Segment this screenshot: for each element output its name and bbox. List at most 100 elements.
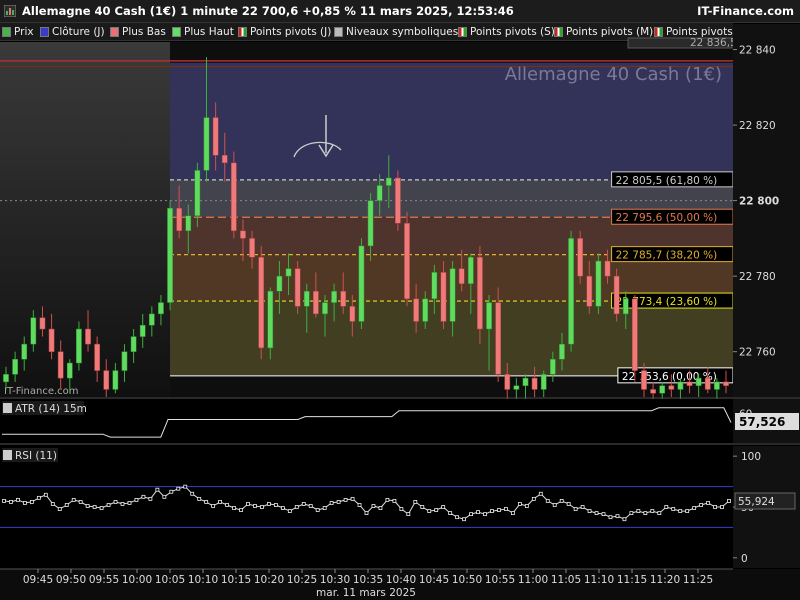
x-tick-label: 10:15	[221, 574, 251, 586]
rsi-point	[538, 491, 543, 496]
candle-body	[294, 268, 301, 307]
fib-label-1: 22 795,6 (50,00 %)	[616, 212, 718, 224]
candle-body	[39, 317, 46, 330]
candle-body	[659, 385, 666, 394]
candle-body	[650, 389, 656, 394]
x-tick-label: 10:40	[386, 574, 416, 586]
candle-body	[504, 374, 511, 390]
rsi-point	[371, 504, 376, 508]
rsi-point	[23, 501, 27, 505]
candle-body	[194, 170, 201, 216]
watermark: Allemagne 40 Cash (1€)	[505, 64, 722, 85]
rsi-point	[127, 501, 132, 505]
candle-body	[139, 324, 146, 337]
candle-body	[21, 343, 28, 360]
y-tick-label: 22 760	[739, 347, 776, 359]
candle-body	[176, 207, 183, 232]
rsi-point	[657, 511, 662, 516]
candle-body	[313, 291, 319, 315]
candle-body	[595, 260, 602, 307]
candle-body	[495, 302, 502, 375]
candle-body	[103, 370, 110, 390]
candle-body	[486, 302, 492, 330]
rsi-point	[636, 509, 641, 513]
candle-body	[422, 298, 429, 322]
rsi-point	[148, 496, 153, 501]
rsi-panel-bg	[0, 446, 733, 568]
candle-body	[322, 302, 328, 315]
candle-body	[303, 291, 310, 307]
candle-body	[632, 298, 638, 371]
rsi-point	[99, 506, 104, 510]
rsi-point	[392, 498, 397, 503]
copyright-label: IT-Finance.com	[4, 386, 79, 397]
rsi-point	[601, 512, 606, 517]
candle-body	[431, 272, 438, 300]
candle-body	[613, 275, 620, 315]
y-tick-label: 22 780	[739, 271, 776, 283]
candle-body	[240, 230, 246, 239]
rsi-point	[225, 503, 229, 507]
rsi-point	[678, 509, 683, 513]
y-axis-bg	[733, 24, 800, 397]
x-tick-label: 11:05	[551, 574, 581, 586]
rsi-y-tick-label: 100	[741, 451, 761, 463]
rsi-point	[50, 502, 55, 506]
rsi-point	[559, 498, 564, 503]
rsi-point	[78, 500, 83, 504]
rsi-point	[273, 503, 278, 507]
rsi-point	[106, 503, 111, 507]
candle-body	[130, 336, 137, 352]
x-tick-label: 09:55	[89, 574, 119, 586]
candle-body	[167, 207, 173, 303]
rsi-point	[441, 505, 446, 509]
candle-body	[358, 245, 365, 322]
rsi-point	[232, 506, 236, 510]
candle-body	[376, 185, 383, 201]
rsi-point	[246, 502, 250, 506]
candle-body	[677, 381, 684, 390]
x-tick-label: 10:05	[155, 574, 185, 586]
x-tick-label: 10:55	[485, 574, 515, 586]
candle-body	[404, 223, 410, 300]
x-tick-label: 11:10	[584, 574, 614, 586]
rsi-point	[113, 500, 118, 504]
rsi-point	[336, 500, 341, 504]
atr-panel-bg	[0, 399, 733, 443]
rsi-point	[448, 511, 453, 516]
candle-body	[57, 351, 64, 379]
candle-body	[458, 268, 465, 284]
candle-body	[577, 238, 584, 277]
rsi-point	[211, 504, 216, 508]
candle-body	[112, 370, 119, 390]
rsi-swatch	[3, 450, 12, 460]
rsi-point	[197, 496, 202, 501]
rsi-point	[483, 512, 487, 517]
atr-last-value: 57,526	[739, 415, 785, 429]
candle-body	[522, 377, 529, 386]
candle-body	[349, 306, 356, 322]
rsi-point	[664, 505, 669, 509]
x-tick-label: 11:00	[518, 574, 548, 586]
rsi-point	[692, 506, 697, 510]
candle-body	[549, 358, 556, 375]
candle-body	[568, 238, 574, 345]
rsi-point	[671, 507, 676, 511]
candle-body	[395, 177, 401, 224]
candle-body	[704, 377, 711, 390]
candle-body	[148, 313, 155, 326]
candle-body	[185, 215, 192, 232]
rsi-point	[294, 505, 299, 509]
candle-body	[622, 298, 629, 315]
fib-label-4: 22 753,6 (0,00 %)	[622, 371, 717, 383]
rsi-point	[497, 508, 501, 512]
rsi-point	[9, 500, 13, 504]
candle-body	[203, 117, 210, 171]
fib-label-2: 22 785,7 (38,20 %)	[616, 250, 718, 262]
y-tick-label: 22 840	[739, 45, 776, 57]
rsi-point	[57, 507, 62, 511]
rsi-point	[552, 503, 557, 507]
rsi-point	[343, 497, 348, 502]
chart-area[interactable]: 22 805,5 (61,80 %) 22 795,6 (50,00 %) 22 7…	[0, 0, 800, 600]
rsi-point	[713, 505, 717, 509]
